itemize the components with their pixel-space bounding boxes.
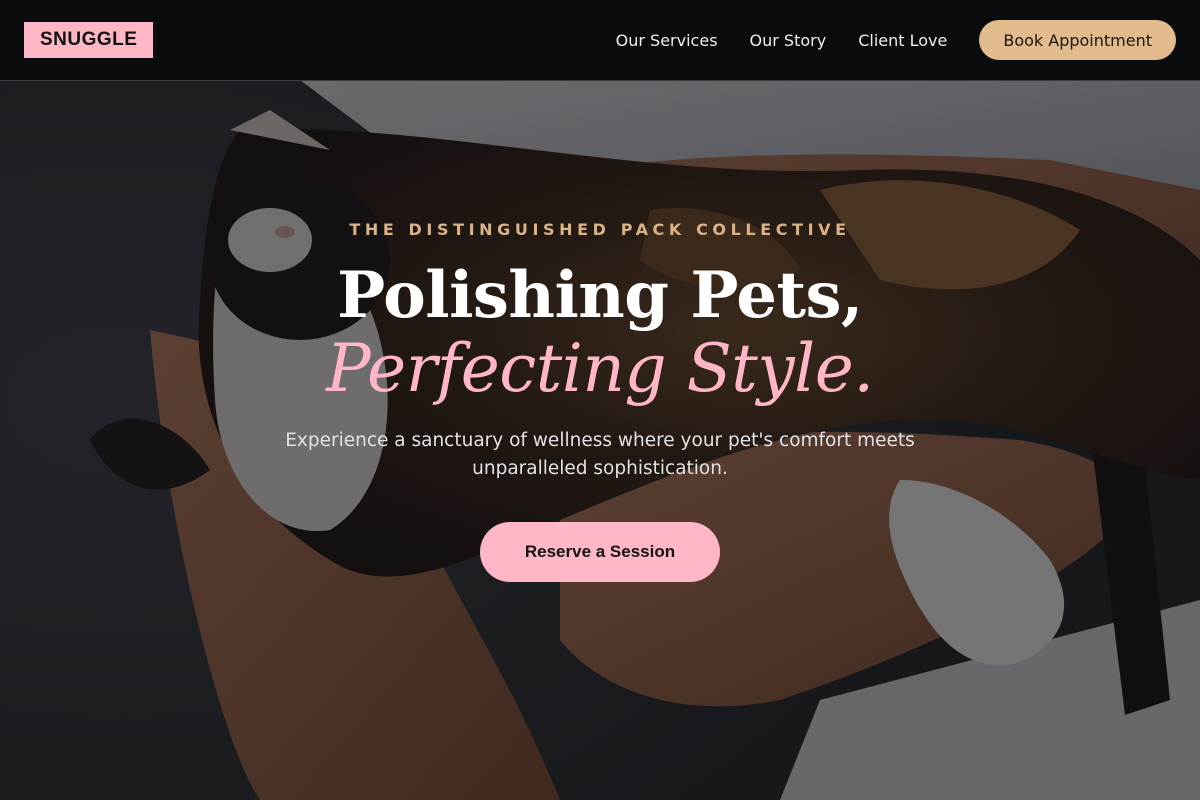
nav-link-client-love[interactable]: Client Love [858, 31, 947, 50]
hero-section: THE DISTINGUISHED PACK COLLECTIVE Polish… [0, 0, 1200, 800]
hero-headline: Polishing Pets, [337, 258, 863, 333]
top-navbar: SNUGGLE Our Services Our Story Client Lo… [0, 0, 1200, 81]
nav-link-our-story[interactable]: Our Story [750, 31, 827, 50]
brand-logo[interactable]: SNUGGLE [24, 22, 154, 58]
reserve-session-button[interactable]: Reserve a Session [480, 522, 720, 582]
hero-subtitle: Experience a sanctuary of wellness where… [285, 430, 915, 479]
hero-headline-accent: Perfecting Style. [326, 330, 874, 407]
nav-link-our-services[interactable]: Our Services [616, 31, 718, 50]
book-appointment-button[interactable]: Book Appointment [979, 20, 1176, 60]
main-navigation: Our Services Our Story Client Love Book … [616, 20, 1176, 60]
hero-eyebrow: THE DISTINGUISHED PACK COLLECTIVE [349, 220, 851, 239]
